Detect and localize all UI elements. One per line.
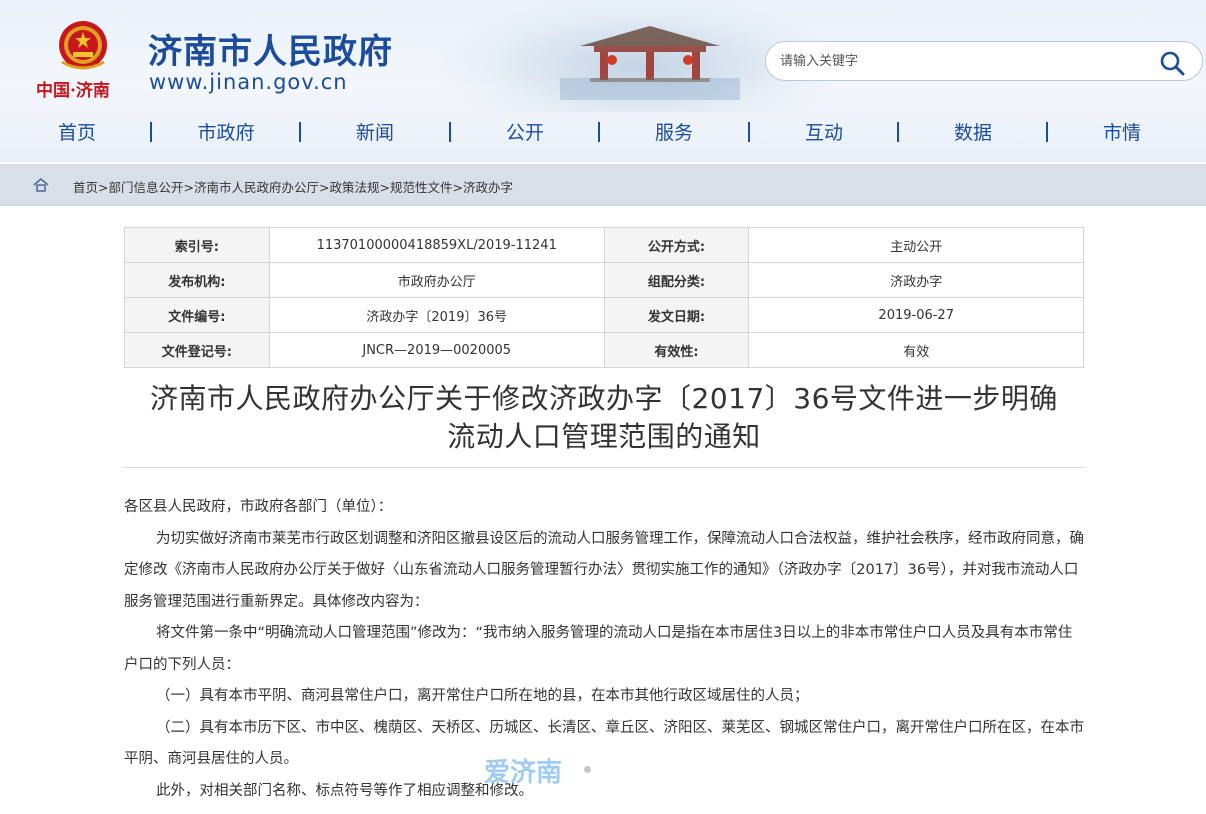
document-body: 各区县人民政府，市政府各部门（单位）： 为切实做好济南市莱芜市行政区划调整和济阳…	[124, 492, 1084, 807]
nav-separator	[150, 122, 152, 142]
document-title-line: 济南市人民政府办公厅关于修改济政办字〔2017〕36号文件进一步明确	[150, 382, 1058, 415]
meta-value-doc-number: 济政办字〔2019〕36号	[268, 297, 605, 333]
nav-separator	[449, 122, 451, 142]
body-paragraph: 将文件第一条中“明确流动人口管理范围”修改为：“我市纳入服务管理的流动人口是指在…	[124, 625, 1073, 673]
site-url[interactable]: www.jinan.gov.cn	[149, 70, 348, 94]
table-row: 发布机构: 市政府办公厅 组配分类: 济政办字	[124, 262, 1084, 298]
breadcrumb-item-dept-info[interactable]: 部门信息公开	[109, 180, 184, 195]
body-paragraph: 为切实做好济南市莱芜市行政区划调整和济阳区撤县设区后的流动人口服务管理工作，保障…	[124, 530, 1084, 610]
breadcrumb-separator: >	[183, 180, 194, 195]
meta-value-validity: 有效	[748, 332, 1084, 368]
meta-value-issue-date: 2019-06-27	[748, 297, 1084, 333]
nav-item-home[interactable]: 首页	[57, 118, 97, 148]
nav-item-interaction[interactable]: 互动	[804, 118, 844, 148]
nav-item-public[interactable]: 公开	[505, 118, 545, 148]
document-title: 济南市人民政府办公厅关于修改济政办字〔2017〕36号文件进一步明确 流动人口管…	[124, 380, 1084, 456]
meta-key-disclosure: 公开方式:	[603, 227, 750, 263]
body-paragraph: （一）具有本市平阴、商河县常住户口，离开常住户口所在地的县，在本市其他行政区域居…	[156, 688, 809, 704]
breadcrumb-item-office[interactable]: 济南市人民政府办公厅	[194, 180, 319, 195]
breadcrumb-trail: 首页>部门信息公开>济南市人民政府办公厅>政策法规>规范性文件>济政办字	[73, 177, 513, 196]
site-header: 中国·济南 济南市人民政府 www.jinan.gov.cn 首页 市政府 新闻…	[0, 0, 1206, 162]
brand-text: 中国·济南	[36, 81, 110, 101]
watermark-dot	[584, 766, 591, 773]
breadcrumb: 首页>部门信息公开>济南市人民政府办公厅>政策法规>规范性文件>济政办字	[0, 164, 1206, 206]
meta-key-index: 索引号:	[124, 227, 270, 263]
breadcrumb-item-home[interactable]: 首页	[73, 180, 98, 195]
title-divider	[124, 467, 1084, 468]
breadcrumb-item-policy[interactable]: 政策法规	[330, 180, 380, 195]
home-icon[interactable]	[33, 178, 49, 192]
nav-item-data[interactable]: 数据	[953, 118, 993, 148]
search-box	[765, 41, 1203, 81]
watermark-logo: 爱济南	[484, 758, 563, 788]
nav-item-news[interactable]: 新闻	[355, 118, 395, 148]
meta-value-publisher: 市政府办公厅	[268, 262, 605, 298]
meta-value-category: 济政办字	[748, 262, 1084, 298]
salutation: 各区县人民政府，市政府各部门（单位）：	[124, 499, 393, 515]
meta-value-disclosure: 主动公开	[748, 227, 1084, 263]
meta-key-category: 组配分类:	[603, 262, 750, 298]
nav-separator	[748, 122, 750, 142]
meta-key-publisher: 发布机构:	[124, 262, 270, 298]
nav-separator	[897, 122, 899, 142]
meta-key-doc-number: 文件编号:	[124, 297, 270, 333]
table-row: 文件登记号: JNCR—2019—0020005 有效性: 有效	[124, 332, 1084, 368]
main-nav: 首页 市政府 新闻 公开 服务 互动 数据 市情	[0, 118, 1206, 148]
body-paragraph: （二）具有本市历下区、市中区、槐荫区、天桥区、历城区、长清区、章丘区、济阳区、莱…	[124, 719, 1084, 768]
nav-separator	[299, 122, 301, 142]
search-input[interactable]	[780, 51, 1140, 71]
pavilion-illustration	[560, 26, 740, 100]
meta-key-issue-date: 发文日期:	[603, 297, 750, 333]
nav-item-services[interactable]: 服务	[654, 118, 694, 148]
meta-key-validity: 有效性:	[603, 332, 750, 368]
search-icon[interactable]	[1159, 50, 1185, 76]
nav-item-city-info[interactable]: 市情	[1102, 118, 1142, 148]
body-paragraph: 此外，对相关部门名称、标点符号等作了相应调整和修改。	[156, 782, 533, 799]
national-emblem-icon	[59, 21, 107, 70]
nav-separator	[598, 122, 600, 142]
meta-key-registration: 文件登记号:	[124, 332, 270, 368]
nav-separator	[1046, 122, 1048, 142]
document-title-line: 流动人口管理范围的通知	[447, 420, 761, 453]
breadcrumb-item-normative-docs[interactable]: 规范性文件	[390, 180, 453, 195]
meta-value-index: 11370100000418859XL/2019-11241	[268, 227, 605, 263]
breadcrumb-separator: >	[379, 180, 390, 195]
meta-value-registration: JNCR—2019—0020005	[268, 332, 605, 368]
breadcrumb-separator: >	[319, 180, 330, 195]
breadcrumb-separator: >	[452, 180, 463, 195]
table-row: 文件编号: 济政办字〔2019〕36号 发文日期: 2019-06-27	[124, 297, 1084, 333]
document-meta-table: 索引号: 11370100000418859XL/2019-11241 公开方式…	[124, 227, 1084, 368]
nav-item-government[interactable]: 市政府	[196, 118, 256, 148]
breadcrumb-separator: >	[98, 180, 109, 195]
table-row: 索引号: 11370100000418859XL/2019-11241 公开方式…	[124, 227, 1084, 263]
site-title[interactable]: 济南市人民政府	[148, 24, 393, 73]
breadcrumb-item-jizhengbanzi[interactable]: 济政办字	[463, 180, 513, 195]
